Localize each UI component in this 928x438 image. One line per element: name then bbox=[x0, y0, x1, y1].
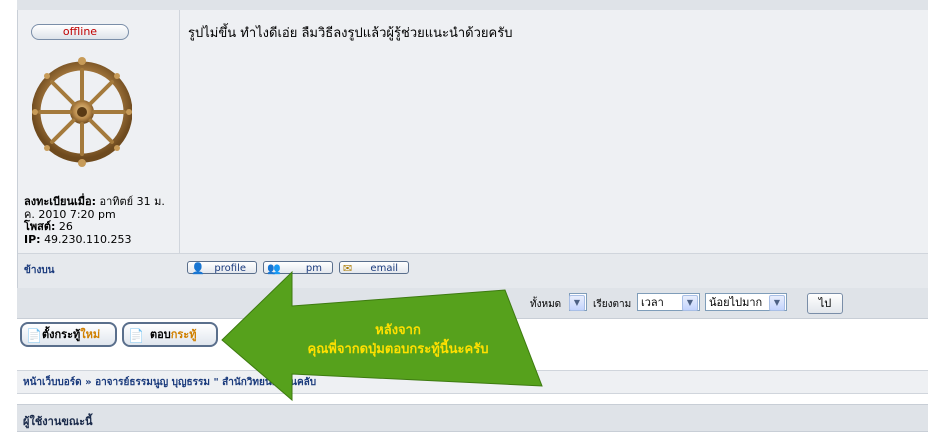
annotation-line1: หลังจาก bbox=[375, 323, 421, 338]
annotation-arrow bbox=[221, 270, 543, 402]
annotation-line2: คุณพี่จากดปุ่มตอบกระทู้นี้นะครับ bbox=[307, 342, 489, 357]
